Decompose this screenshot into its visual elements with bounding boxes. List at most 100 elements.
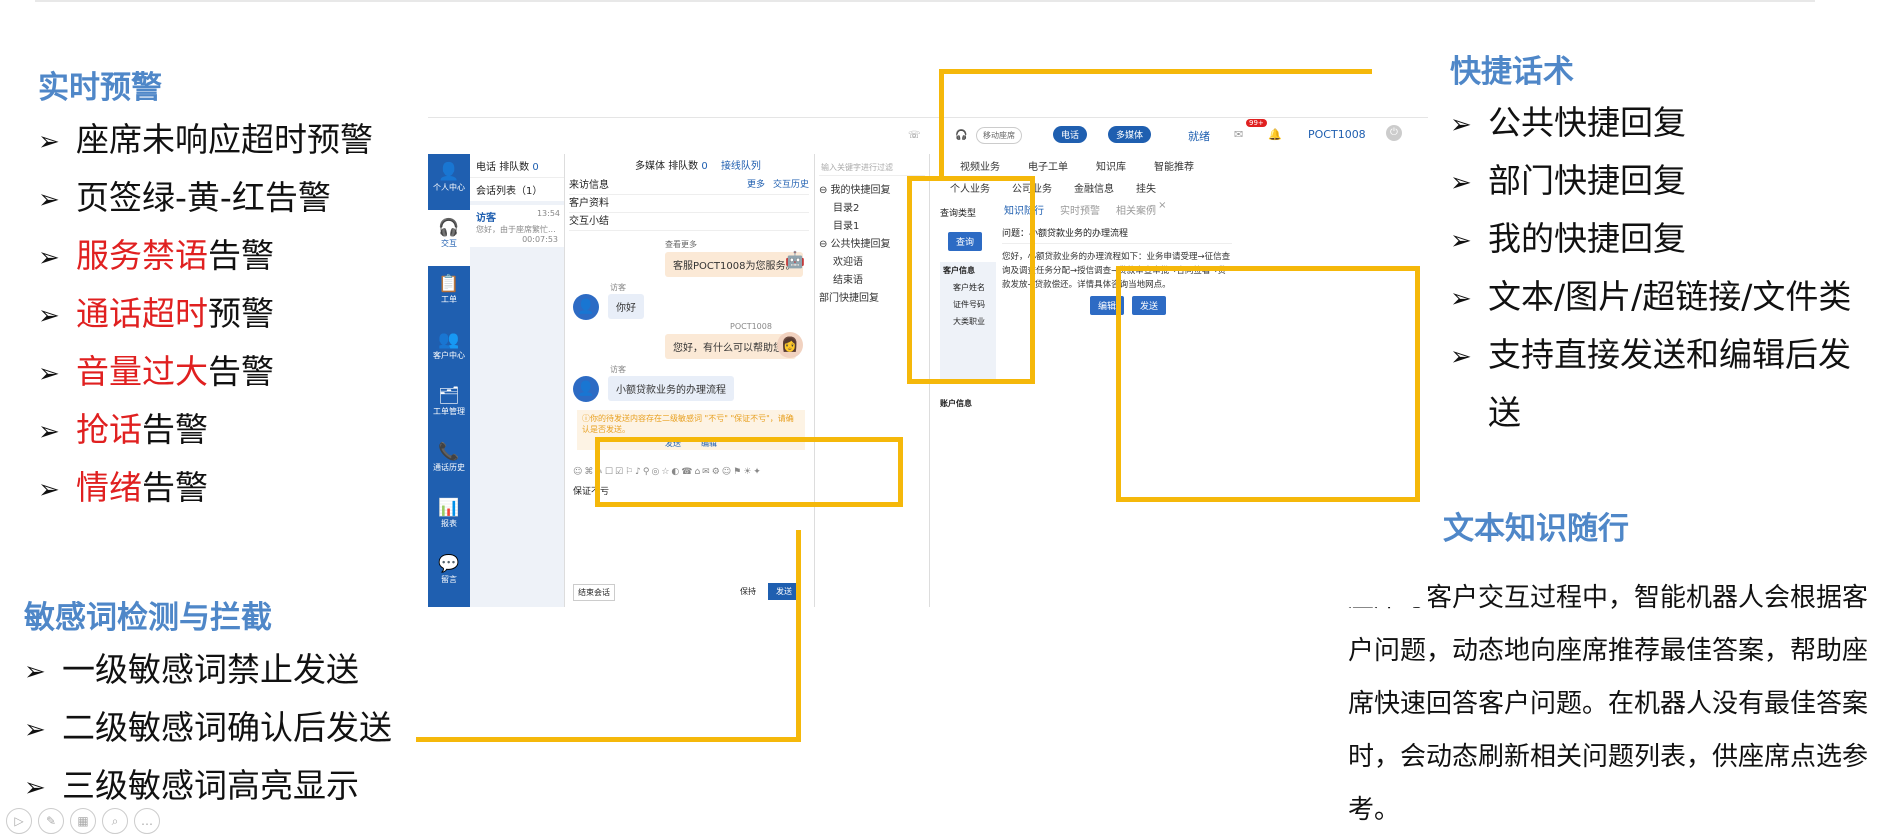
quick-reply-title: 快捷话术 [1450, 54, 1574, 90]
nav-label: 交互 [441, 239, 457, 248]
zoom-icon[interactable]: ⌕ [102, 808, 128, 834]
knowledge-question: 问题：小额贷款业务的办理流程 [1002, 226, 1232, 244]
visitor-info: 来访信息 [569, 180, 609, 191]
mail-icon[interactable]: ✉ [1234, 128, 1243, 141]
user-menu[interactable]: POCT1008 [1308, 128, 1366, 141]
nav-icon: 📞 [438, 442, 460, 462]
nav-label: 通话历史 [433, 463, 465, 472]
quick-item-text: 部门快捷回复 [1488, 161, 1686, 200]
quick-item: ➢ 我的快捷回复 [1450, 210, 1686, 270]
arrow-icon: ➢ [1450, 341, 1472, 372]
quick-item-text: 我的快捷回复 [1488, 219, 1686, 258]
alert-item: ➢ 情绪告警 [38, 459, 208, 519]
nav-item[interactable]: 🗂 工单管理 [428, 378, 470, 434]
alert-item-text: 告警 [142, 468, 208, 507]
phone-toggle[interactable]: 电话 [1053, 126, 1088, 143]
quick-item-text: 文本/图片/超链接/文件类 [1488, 277, 1852, 316]
nav-item[interactable]: 📞 通话历史 [428, 434, 470, 490]
nav-label: 个人中心 [433, 183, 465, 192]
nav-item[interactable]: 👥 客户中心 [428, 322, 470, 378]
phone-icon[interactable]: ☏ [908, 130, 921, 141]
sensitive-callout-line-h [416, 737, 801, 742]
account-info-label: 账户信息 [940, 399, 972, 408]
business-tab[interactable]: 电子工单 [1028, 158, 1068, 173]
quick-item: ➢ 支持直接发送和编辑后发 [1450, 326, 1851, 386]
see-more[interactable]: 查看更多 [665, 239, 697, 250]
nav-icon: 🎧 [438, 218, 460, 238]
personal-tab[interactable]: 挂失 [1136, 180, 1156, 195]
bell-icon[interactable]: 🔔 [1268, 128, 1282, 141]
knowledge-title: 文本知识随行 [1443, 511, 1629, 547]
quick-item: 送 [1450, 384, 1521, 442]
nav-label: 留言 [441, 575, 457, 584]
grid-icon[interactable]: ▦ [70, 808, 96, 834]
quick-item: ➢ 部门快捷回复 [1450, 152, 1686, 212]
more-link[interactable]: 更多 [747, 177, 765, 194]
alert-item-text: 预警 [208, 294, 274, 333]
arrow-icon: ➢ [38, 474, 60, 505]
arrow-icon: ➢ [38, 242, 60, 273]
headset-icon[interactable]: 🎧 [955, 130, 967, 141]
arrow-icon: ➢ [38, 358, 60, 389]
agent-label: POCT1008 [730, 322, 772, 331]
nav-item[interactable]: 📊 报表 [428, 490, 470, 546]
nav-item[interactable]: 🎧 交互 [428, 210, 470, 266]
business-tab[interactable]: 知识库 [1096, 158, 1126, 173]
arrow-icon: ➢ [38, 300, 60, 331]
visitor-panel: 来访信息 交互历史 更多 客户资料 交互小结 [569, 177, 809, 231]
alert-item-highlight: 通话超时 [76, 294, 208, 333]
nav-icon: 📋 [438, 274, 460, 294]
play-icon[interactable]: ▷ [6, 808, 32, 834]
knowledge-tab[interactable]: 实时预警 [1060, 202, 1100, 217]
nav-item[interactable]: 👤 个人中心 [428, 154, 470, 210]
top-rule [35, 0, 1815, 2]
status-select[interactable]: 就绪 [1188, 128, 1210, 144]
queue-media: 多媒体 排队数 0 接线队列 [635, 161, 761, 172]
session-name: 访客 [476, 213, 496, 224]
session-header: 会话列表（1） [470, 177, 564, 201]
visitor-label-2: 访客 [610, 365, 626, 374]
session-item[interactable]: 访客 13:54 您好，由于座席繁忙... 00:07:53 [470, 205, 564, 247]
alert-item: ➢ 音量过大告警 [38, 343, 274, 403]
knowledge-highlight [1116, 266, 1420, 502]
power-icon[interactable]: ⏻ [1386, 125, 1402, 141]
media-toggle[interactable]: 多媒体 [1108, 126, 1152, 143]
alert-item-highlight: 服务禁语 [76, 236, 208, 275]
arrow-icon: ➢ [38, 184, 60, 215]
quick-filter-input[interactable]: 输入关键字进行过滤 [819, 160, 925, 176]
business-tab[interactable]: 智能推荐 [1154, 158, 1194, 173]
nav-item[interactable]: 💬 留言 [428, 546, 470, 602]
sensitive-item: ➢ 一级敏感词禁止发送 [24, 641, 359, 701]
quick-item-text: 公共快捷回复 [1488, 103, 1686, 142]
quick-item: ➢ 公共快捷回复 [1450, 94, 1686, 154]
hold-button[interactable]: 保持 [740, 586, 756, 597]
end-session-button[interactable]: 结束会话 [573, 584, 615, 601]
nav-label: 工单 [441, 295, 457, 304]
chat-column: 多媒体 排队数 0 接线队列 来访信息 交互历史 更多 客户资料 交互小结 查看更多… [565, 154, 815, 607]
window-controls[interactable]: – × [1150, 200, 1167, 211]
sensitive-title: 敏感词检测与拦截 [24, 600, 272, 636]
nav-label: 报表 [441, 519, 457, 528]
pen-icon[interactable]: ✎ [38, 808, 64, 834]
nav-item[interactable]: 📋 工单 [428, 266, 470, 322]
alert-item-highlight: 抢话 [76, 410, 142, 449]
business-tab[interactable]: 视频业务 [960, 158, 1000, 173]
session-time: 13:54 [536, 209, 560, 218]
quick-callout-line-h [939, 69, 1372, 74]
session-duration: 00:07:53 [522, 235, 558, 244]
alert-item-highlight: 情绪 [76, 468, 142, 507]
personal-tab[interactable]: 金融信息 [1074, 180, 1114, 195]
customer-profile[interactable]: 客户资料 [569, 195, 809, 213]
queue-link[interactable]: 接线队列 [721, 161, 761, 172]
more-icon[interactable]: … [134, 808, 160, 834]
alert-item-text: 页签绿-黄-红告警 [76, 178, 331, 217]
arrow-icon: ➢ [38, 416, 60, 447]
history-link[interactable]: 交互历史 [773, 177, 809, 194]
interaction-summary[interactable]: 交互小结 [569, 213, 809, 231]
mobile-seat-toggle[interactable]: 移动座席 [976, 127, 1022, 144]
arrow-icon: ➢ [1450, 109, 1472, 140]
agent-avatar: 👩 [777, 332, 803, 358]
alert-item: ➢ 抢话告警 [38, 401, 208, 461]
alert-item-text: 告警 [208, 236, 274, 275]
quick-callout-line-v [939, 69, 944, 177]
